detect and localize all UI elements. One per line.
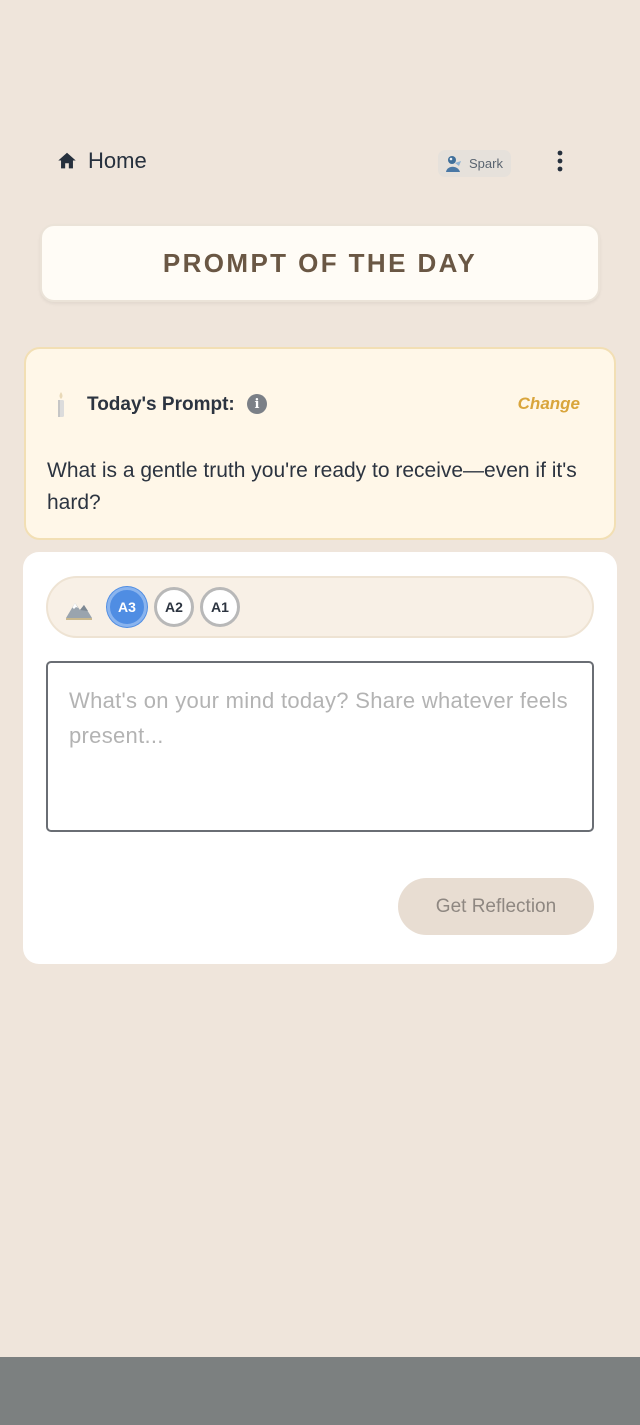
mountain-icon — [65, 595, 93, 621]
level-a1-button[interactable]: A1 — [200, 587, 240, 627]
prompt-text: What is a gentle truth you're ready to r… — [47, 459, 577, 514]
home-label: Home — [88, 148, 147, 173]
level-selector: A3 A2 A1 — [46, 576, 594, 638]
todays-prompt-card: Today's Prompt: i Change What is a gentl… — [24, 347, 616, 540]
level-a3-button[interactable]: A3 — [107, 587, 147, 627]
change-prompt-link[interactable]: Change — [518, 394, 580, 414]
get-reflection-button[interactable]: Get Reflection — [398, 878, 594, 935]
spark-avatar-icon — [444, 154, 464, 174]
reflection-input[interactable] — [46, 661, 594, 832]
home-link[interactable]: Home — [56, 148, 147, 174]
reflection-card: A3 A2 A1 Get Reflection — [23, 552, 617, 964]
level-a2-button[interactable]: A2 — [154, 587, 194, 627]
spark-label: Spark — [469, 156, 503, 171]
info-icon[interactable]: i — [247, 394, 267, 414]
bottom-bar — [0, 1357, 640, 1425]
candle-icon — [54, 391, 68, 419]
app-screen: Home Spark PROMPT OF THE DAY Today's Pro… — [0, 0, 640, 1425]
spark-badge[interactable]: Spark — [438, 150, 511, 177]
banner-title: PROMPT OF THE DAY — [162, 247, 478, 278]
home-icon — [56, 150, 78, 172]
more-vertical-icon — [557, 150, 563, 177]
prompt-of-the-day-banner: PROMPT OF THE DAY — [40, 224, 600, 302]
todays-prompt-label: Today's Prompt: — [87, 394, 235, 415]
top-header: Home Spark — [0, 140, 640, 186]
more-options-button[interactable] — [546, 148, 574, 178]
